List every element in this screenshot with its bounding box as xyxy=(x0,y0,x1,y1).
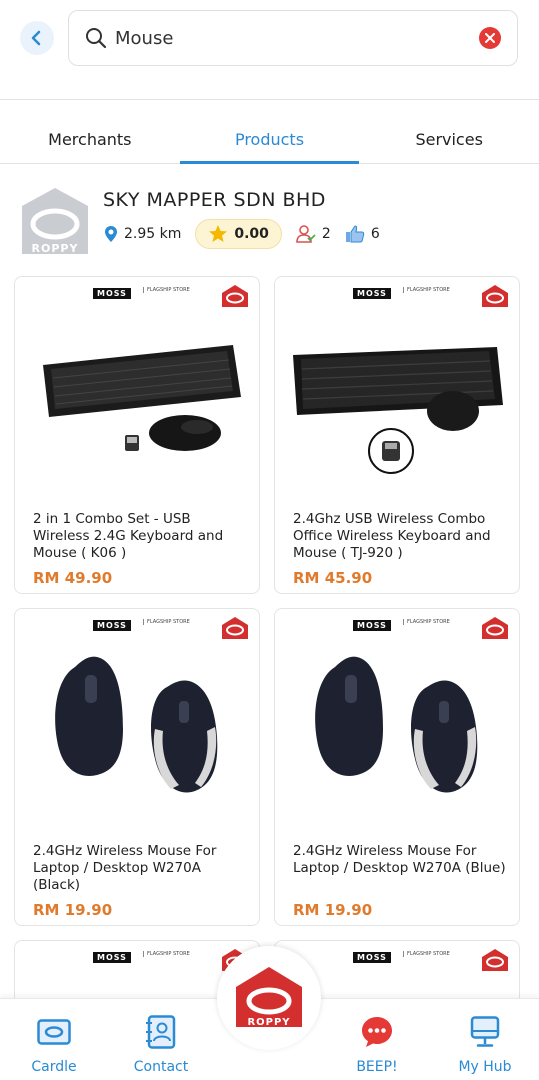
product-image: MOSS FLAGSHIP STORE xyxy=(15,609,259,829)
product-image: MOSS FLAGSHIP STORE xyxy=(275,609,519,829)
product-card[interactable]: MOSS FLAGSHIP STORE 2 in 1 Combo Set - U… xyxy=(14,276,260,594)
card-icon xyxy=(37,1019,71,1045)
roppy-home-button[interactable]: ROPPY xyxy=(217,946,321,1050)
clear-search-icon[interactable] xyxy=(479,27,501,49)
nav-cardle[interactable]: Cardle xyxy=(9,1015,99,1075)
product-card[interactable]: MOSS FLAGSHIP STORE 2.4GHz Wireless Mous… xyxy=(274,608,520,926)
moss-logo: MOSS xyxy=(353,952,391,963)
followers-value: 2 xyxy=(321,226,331,242)
moss-logo: MOSS xyxy=(353,288,391,299)
search-input[interactable]: Mouse xyxy=(68,10,518,66)
roppy-logo-icon xyxy=(222,285,248,307)
mouse-image xyxy=(315,656,478,793)
flagship-store-label: FLAGSHIP STORE xyxy=(143,951,190,957)
thumbs-up-icon xyxy=(345,225,365,243)
nav-my-hub-label: My Hub xyxy=(458,1059,512,1075)
tab-services[interactable]: Services xyxy=(359,114,539,163)
nav-cardle-label: Cardle xyxy=(31,1059,77,1075)
flagship-store-label: FLAGSHIP STORE xyxy=(403,951,450,957)
location-pin-icon xyxy=(105,226,117,242)
nav-my-hub[interactable]: My Hub xyxy=(440,1015,530,1075)
nav-contact[interactable]: Contact xyxy=(116,1015,206,1075)
product-title[interactable]: 2 in 1 Combo Set - USB Wireless 2.4G Key… xyxy=(33,511,248,562)
roppy-logo-icon: ROPPY xyxy=(236,967,302,1028)
star-icon xyxy=(209,225,228,242)
product-price: RM 19.90 xyxy=(293,901,373,919)
nav-beep-label: BEEP! xyxy=(356,1059,398,1075)
keyboard-mouse-image xyxy=(293,347,503,474)
product-image: MOSS FLAGSHIP STORE xyxy=(15,277,259,497)
product-title[interactable]: 2.4GHz Wireless Mouse For Laptop / Deskt… xyxy=(293,843,508,877)
merchant-name[interactable]: SKY MAPPER SDN BHD xyxy=(103,189,326,211)
tab-products[interactable]: Products xyxy=(179,114,360,164)
chevron-left-icon xyxy=(31,30,41,46)
rating-value: 0.00 xyxy=(234,226,269,242)
product-price: RM 19.90 xyxy=(33,901,113,919)
moss-logo: MOSS xyxy=(93,952,131,963)
search-query[interactable]: Mouse xyxy=(115,28,479,49)
roppy-logo-icon xyxy=(482,617,508,639)
rating-badge: 0.00 xyxy=(195,219,282,249)
back-button[interactable] xyxy=(20,21,54,55)
roppy-logo-icon xyxy=(222,617,248,639)
likes-stat: 6 xyxy=(345,224,380,244)
merchant-logo: ROPPY xyxy=(22,188,88,255)
merchant-header[interactable]: ROPPY SKY MAPPER SDN BHD 2.95 km 0.00 2 … xyxy=(0,184,539,264)
followers-stat: 2 xyxy=(296,224,331,244)
tab-merchants[interactable]: Merchants xyxy=(0,114,180,163)
mouse-image xyxy=(55,656,218,793)
nav-contact-label: Contact xyxy=(133,1059,189,1075)
search-icon xyxy=(86,28,107,49)
tab-bar: Merchants Products Services xyxy=(0,114,539,164)
distance-stat: 2.95 km xyxy=(104,225,181,243)
chat-icon xyxy=(362,1017,392,1047)
roppy-logo-icon xyxy=(482,285,508,307)
product-card[interactable]: MOSS FLAGSHIP STORE 2.4Ghz USB Wireless … xyxy=(274,276,520,594)
product-price: RM 45.90 xyxy=(293,569,373,587)
product-card[interactable]: MOSS FLAGSHIP STORE 2.4GHz Wireless Mous… xyxy=(14,608,260,926)
keyboard-mouse-image xyxy=(43,345,241,451)
moss-logo: MOSS xyxy=(353,620,391,631)
followers-icon xyxy=(296,225,316,243)
header: Mouse xyxy=(0,0,539,100)
moss-logo: MOSS xyxy=(93,620,131,631)
monitor-icon xyxy=(470,1016,500,1047)
product-image: MOSS FLAGSHIP STORE xyxy=(275,277,519,497)
product-title[interactable]: 2.4GHz Wireless Mouse For Laptop / Deskt… xyxy=(33,843,248,894)
roppy-logo-icon xyxy=(482,949,508,971)
svg-text:ROPPY: ROPPY xyxy=(247,1017,290,1028)
moss-logo: MOSS xyxy=(93,288,131,299)
merchant-stats: 2.95 km 0.00 2 6 xyxy=(104,219,394,249)
flagship-store-label: FLAGSHIP STORE xyxy=(143,287,190,293)
nav-beep[interactable]: BEEP! xyxy=(332,1015,422,1075)
contact-icon xyxy=(146,1015,176,1049)
svg-text:ROPPY: ROPPY xyxy=(32,242,79,255)
flagship-store-label: FLAGSHIP STORE xyxy=(403,287,450,293)
product-price: RM 49.90 xyxy=(33,569,113,587)
flagship-store-label: FLAGSHIP STORE xyxy=(143,619,190,625)
flagship-store-label: FLAGSHIP STORE xyxy=(403,619,450,625)
product-title[interactable]: 2.4Ghz USB Wireless Combo Office Wireles… xyxy=(293,511,508,562)
likes-value: 6 xyxy=(370,226,380,242)
distance-value: 2.95 km xyxy=(124,226,182,242)
